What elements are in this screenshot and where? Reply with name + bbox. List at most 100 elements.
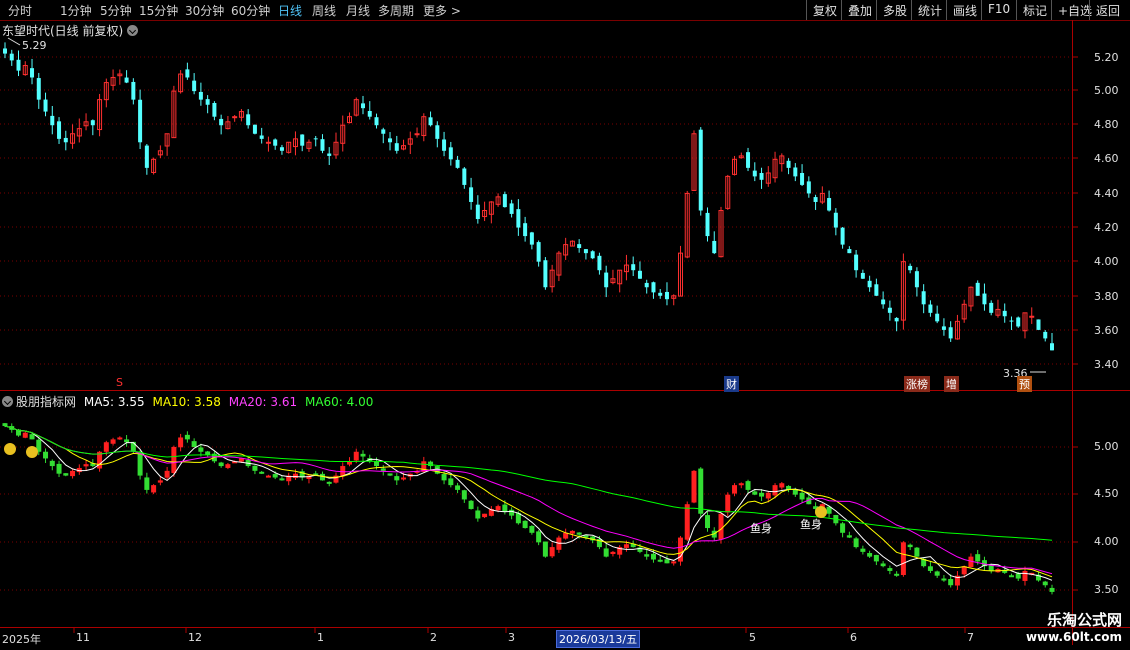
- high-price-label: 5.29: [22, 39, 47, 52]
- ind-candle-body: [873, 554, 879, 562]
- ind-candle-body: [353, 451, 359, 461]
- increase-marker[interactable]: 增: [944, 376, 959, 392]
- ind-candle-body: [542, 541, 548, 557]
- date-label: 1: [317, 631, 324, 644]
- ind-candle-body: [894, 573, 900, 576]
- ind-candle-body: [103, 442, 109, 452]
- ind-candle-body: [752, 491, 758, 495]
- candle-body: [658, 292, 663, 296]
- candle-body: [313, 138, 318, 140]
- candle-body: [806, 181, 811, 194]
- ind-candle-body: [22, 432, 28, 438]
- candle-body: [265, 141, 271, 144]
- candle-body: [914, 271, 919, 288]
- candle-body: [428, 117, 433, 126]
- ind-candle-body: [927, 566, 933, 571]
- candle-body: [590, 251, 595, 259]
- watermark-url: www.60lt.com: [1025, 630, 1122, 644]
- ma10-label: MA10:: [152, 395, 191, 409]
- ma60-line: [4, 425, 1053, 541]
- ind-candle-body: [380, 468, 386, 471]
- ind-candle-body: [1042, 581, 1048, 586]
- candle-body: [252, 124, 257, 134]
- date-label: 2: [430, 631, 437, 644]
- candle-body: [131, 81, 136, 100]
- signal-marker-s[interactable]: S: [114, 376, 125, 389]
- ind-candle-body: [887, 568, 893, 571]
- finance-marker[interactable]: 财: [724, 376, 739, 392]
- ind-candle-body: [387, 473, 393, 476]
- price-tick: 5.00: [1094, 84, 1119, 97]
- candle-body: [935, 313, 940, 322]
- watermark-title: 乐淘公式网: [1046, 611, 1122, 629]
- candle-body: [637, 270, 642, 279]
- candle-body: [502, 194, 507, 208]
- candle-body: [219, 118, 224, 126]
- ind-candle-body: [124, 439, 130, 443]
- indicator-tick: 4.00: [1094, 535, 1119, 548]
- candle-body: [30, 68, 35, 78]
- candle-body: [664, 291, 669, 300]
- dropdown-icon[interactable]: [2, 396, 13, 407]
- ind-candle-body: [684, 504, 690, 540]
- candle-body: [604, 272, 609, 288]
- ma60-label: MA60:: [304, 395, 343, 409]
- ind-candle-body: [853, 538, 859, 548]
- date-label: 6: [850, 631, 857, 644]
- ma10-value: 3.58: [194, 395, 221, 409]
- ind-candle-body: [1015, 573, 1021, 579]
- candle-body: [793, 167, 798, 177]
- ind-candle-body: [198, 447, 204, 452]
- ind-candle-body: [657, 559, 663, 562]
- date-label: 3: [508, 631, 515, 644]
- ind-candle-body: [43, 451, 49, 459]
- indicator-title[interactable]: 股朋指标网 MA5: 3.55 MA10: 3.58 MA20: 3.61 MA…: [2, 393, 373, 410]
- ind-candle-body: [779, 483, 785, 488]
- candle-body: [597, 255, 602, 271]
- price-tick: 3.60: [1094, 324, 1119, 337]
- ma60-value: 4.00: [346, 395, 374, 409]
- ind-candle-body: [374, 461, 380, 467]
- candle-body: [975, 282, 980, 296]
- candle-body: [847, 249, 852, 254]
- ma10-line: [4, 425, 1053, 578]
- candle-body: [631, 264, 636, 271]
- candle-body: [259, 135, 264, 139]
- ind-candle-body: [83, 464, 89, 467]
- dropdown-icon[interactable]: [127, 25, 139, 36]
- candle-body: [833, 212, 838, 228]
- ind-candle-body: [184, 434, 190, 440]
- ind-candle-body: [603, 548, 609, 557]
- kline-chart-svg[interactable]: [0, 0, 1130, 650]
- high-arrow: [7, 37, 21, 46]
- candle-body: [246, 114, 251, 126]
- candle-body: [435, 125, 440, 139]
- candle-body: [1043, 331, 1048, 339]
- candle-body: [16, 59, 21, 71]
- ma5-line: [4, 425, 1053, 581]
- ind-candle-body: [914, 547, 920, 557]
- candle-body: [712, 240, 717, 254]
- candle-body: [651, 282, 656, 293]
- ind-candle-body: [205, 451, 211, 455]
- candle-body: [361, 103, 366, 109]
- ind-candle-body: [225, 464, 231, 468]
- ind-candle-body: [1022, 570, 1028, 581]
- main-panel-title[interactable]: 东望时代(日线 前复权): [2, 22, 141, 39]
- date-label: 11: [76, 631, 90, 644]
- ind-candle-body: [482, 513, 488, 518]
- ind-candle-body: [569, 530, 575, 534]
- candle-body: [752, 170, 757, 177]
- limit-up-marker[interactable]: 涨榜: [904, 376, 930, 392]
- forecast-marker[interactable]: 预: [1017, 376, 1032, 392]
- candle-body: [475, 204, 480, 220]
- ind-candle-body: [252, 465, 258, 471]
- candle-body: [1050, 343, 1054, 351]
- candle-body: [543, 260, 548, 288]
- ind-candle-body: [610, 551, 616, 555]
- candle-body: [320, 139, 325, 151]
- candle-body: [583, 249, 588, 254]
- candle-body: [43, 99, 48, 112]
- candle-body: [212, 102, 217, 117]
- candle-body: [3, 48, 7, 54]
